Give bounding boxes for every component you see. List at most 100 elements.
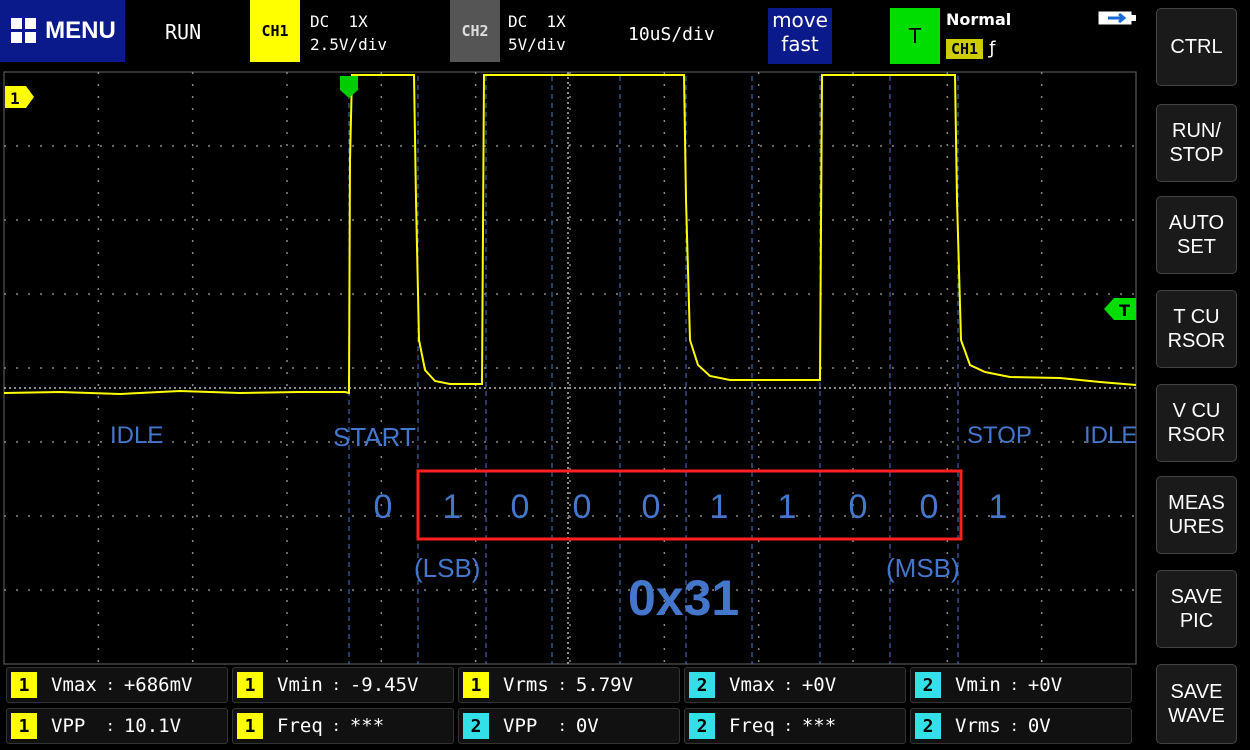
svg-text:1: 1 [10,89,20,108]
trigger-source[interactable]: CH1 ƒ [946,38,995,59]
bit-digit: 0 [374,488,393,526]
side-button-text: CTRL [1170,35,1222,59]
side-button-text: V CU RSOR [1168,399,1226,447]
byte-value-label: 0x31 [628,570,739,626]
separator: : [322,717,350,735]
measurement-label: VPP [503,715,549,737]
ch2-settings[interactable]: DC 1X 5V/div [508,10,566,56]
lsb-label: (LSB) [414,553,480,583]
measurement-label: Vrms [955,715,1001,737]
side-button-line1: RUN/ [1172,120,1221,142]
separator: : [774,676,802,694]
ch1-scale: 2.5V/div [310,35,388,54]
trigger-badge[interactable]: T [890,8,940,64]
ch1-badge[interactable]: CH1 [250,0,300,62]
bit-digit: 1 [989,488,1008,526]
channel-tag: 2 [915,713,941,739]
side-button-line2: WAVE [1168,705,1225,727]
side-button-line1: T CU [1173,306,1220,328]
separator: : [548,717,576,735]
side-button-line1: SAVE [1170,681,1223,703]
trigger-mode[interactable]: Normal [946,10,1011,29]
auto-set-button[interactable]: AUTO SET [1156,196,1237,274]
ch2-coupling: DC 1X [508,12,566,31]
channel-tag: 1 [11,672,37,698]
separator: : [548,676,576,694]
ch2-scale: 5V/div [508,35,566,54]
side-button-line2: RSOR [1167,330,1226,352]
idle-right-label: IDLE [1084,422,1137,449]
start-label: START [333,422,416,452]
bit-digit: 1 [443,488,462,526]
measurement-value: 0V [1027,715,1051,737]
measurement-cell[interactable]: 2 Vmax : +0V [684,667,906,703]
bit-digit: 1 [710,488,729,526]
menu-button[interactable]: MENU [0,0,125,62]
measurement-cell[interactable]: 2 Vmin : +0V [910,667,1132,703]
measurement-label: VPP [51,715,97,737]
channel-tag: 2 [689,672,715,698]
channel-tag: 1 [237,713,263,739]
side-button-line1: SAVE [1170,586,1223,608]
svg-text:T: T [1119,301,1130,320]
measures-button[interactable]: MEAS URES [1156,476,1237,554]
measurement-label: Vmax [729,674,775,696]
channel-tag: 1 [237,672,263,698]
save-pic-button[interactable]: SAVE PIC [1156,570,1237,648]
stop-label: STOP [967,422,1032,449]
move-label: move [772,8,828,32]
measurement-value: *** [801,715,837,737]
measurement-cell[interactable]: 2 VPP : 0V [458,708,680,744]
measurement-label: Freq [277,715,323,737]
run-stop-button[interactable]: RUN/STOP [1156,104,1237,182]
measurement-value: 10.1V [123,715,182,737]
move-speed-button[interactable]: move fast [768,8,832,64]
bit-digit: 0 [642,488,661,526]
measurement-label: Freq [729,715,775,737]
side-button-text: SAVE PIC [1171,585,1223,633]
side-button-line1: AUTO [1168,212,1225,234]
channel-tag: 2 [915,672,941,698]
msb-label: (MSB) [886,553,960,583]
side-button-line1: V CU [1172,400,1221,422]
ch1-settings[interactable]: DC 1X 2.5V/div [310,10,387,56]
side-button-text: SAVE WAVE [1168,680,1225,728]
side-button-line2: PIC [1179,610,1214,632]
bit-digit: 0 [849,488,868,526]
menu-label: MENU [45,17,116,44]
side-button-line1: CTRL [1170,36,1223,58]
separator: : [96,717,124,735]
channel-tag: 2 [463,713,489,739]
measurement-value: 5.79V [575,674,634,696]
bit-digit: 1 [778,488,797,526]
measurement-cell[interactable]: 1 Vrms : 5.79V [458,667,680,703]
measurement-cell[interactable]: 1 Vmax : +686mV [6,667,228,703]
side-button-line1: MEAS [1168,492,1225,514]
measurement-cell[interactable]: 1 VPP : 10.1V [6,708,228,744]
measurement-label: Vmin [277,674,323,696]
measurement-cell[interactable]: 1 Freq : *** [232,708,454,744]
separator: : [322,676,350,694]
separator: : [774,717,802,735]
grid-menu-icon [11,18,37,43]
measurement-label: Vmin [955,674,1001,696]
measurement-cell[interactable]: 2 Vrms : 0V [910,708,1132,744]
measurement-value: +0V [801,674,837,696]
separator: : [96,676,124,694]
side-button-line2: RSOR [1167,424,1226,446]
v-cursor-button[interactable]: V CU RSOR [1156,384,1237,462]
waveform-display: IDLE START STOP IDLE 0 1 0 0 0 1 1 0 0 1 (LSB) (M… [3,71,1137,665]
measurement-value: 0V [575,715,599,737]
side-button-line2: URES [1168,516,1225,538]
save-wave-button[interactable]: SAVE WAVE [1156,664,1237,744]
ctrl-button[interactable]: CTRL [1156,8,1237,86]
measurement-cell[interactable]: 1 Vmin : -9.45V [232,667,454,703]
side-button-line2: SET [1177,236,1216,258]
timebase[interactable]: 10uS/div [628,24,715,45]
measurement-cell[interactable]: 2 Freq : *** [684,708,906,744]
ch2-badge[interactable]: CH2 [450,0,500,62]
measurement-value: -9.45V [349,674,419,696]
measurement-value: *** [349,715,385,737]
side-button-text: AUTO SET [1169,211,1224,259]
t-cursor-button[interactable]: T CU RSOR [1156,290,1237,368]
